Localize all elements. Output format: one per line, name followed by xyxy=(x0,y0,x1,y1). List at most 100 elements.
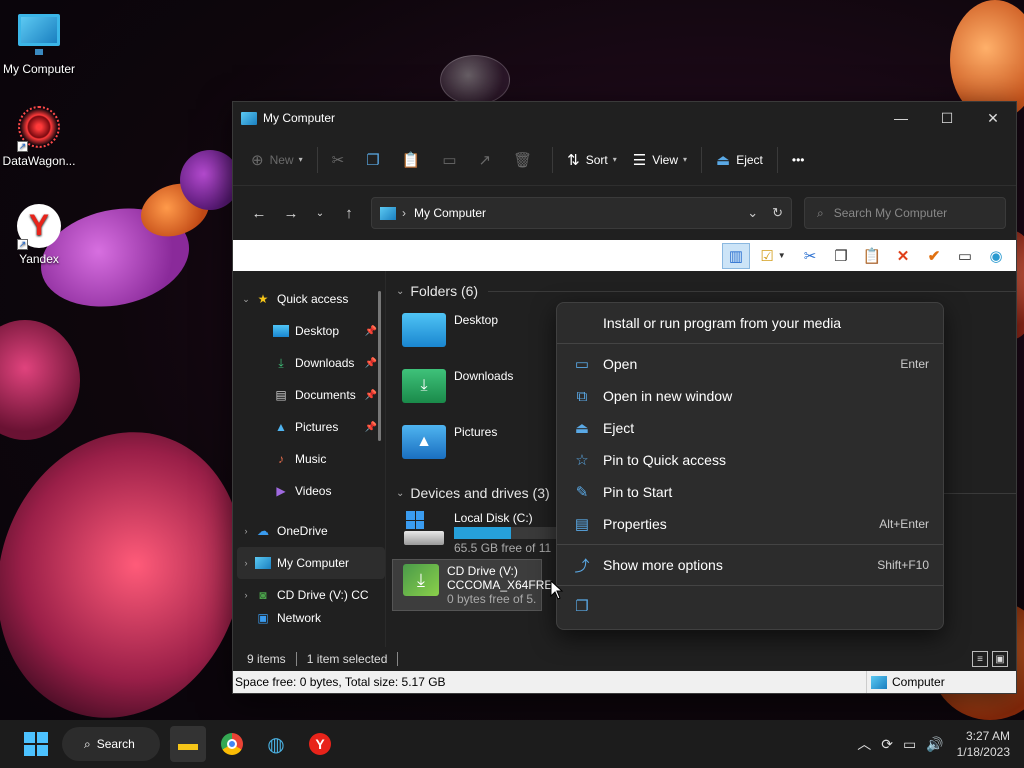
folder-icon: ▬ xyxy=(178,732,198,755)
back-button[interactable]: ← xyxy=(243,197,275,229)
eject-toolbar-button[interactable]: ⏏ Eject xyxy=(708,144,771,176)
view-button[interactable]: ☰ View ▾ xyxy=(625,144,695,176)
nav-item-desktop[interactable]: Desktop 📌 xyxy=(237,315,385,347)
computer-icon xyxy=(255,557,271,569)
window-title: My Computer xyxy=(263,111,336,125)
nav-item-downloads[interactable]: ⤓ Downloads 📌 xyxy=(237,347,385,379)
chevron-right-icon[interactable]: › xyxy=(237,590,255,600)
desktop-icon-yandex[interactable]: Y ↗ Yandex xyxy=(0,204,78,266)
open-icon: ▭ xyxy=(574,356,590,373)
nav-item-onedrive[interactable]: › ☁ OneDrive xyxy=(237,515,385,547)
share-icon: ↗ xyxy=(478,151,492,169)
up-button[interactable]: ↑ xyxy=(333,197,365,229)
chevron-right-icon[interactable]: › xyxy=(237,526,255,536)
menu-item-eject[interactable]: ⏏ Eject xyxy=(561,412,939,444)
address-bar-row: ← → ⌄ ↑ › My Computer ⌄ ↻ ⌕ Search My Co… xyxy=(233,186,1016,240)
copy-legacy-button[interactable]: ❐ xyxy=(827,243,855,269)
start-button[interactable] xyxy=(18,726,54,762)
clock[interactable]: 3:27 AM 1/18/2023 xyxy=(957,728,1010,760)
open-new-window-icon: ⧉ xyxy=(576,387,588,405)
details-view-button[interactable]: ≡ xyxy=(972,651,988,667)
copy-icon: ❐ xyxy=(366,151,380,169)
maximize-button[interactable]: ☐ xyxy=(924,102,970,134)
chevron-down-icon[interactable]: ⌄ xyxy=(237,294,255,305)
nav-item-my-computer[interactable]: › My Computer xyxy=(237,547,385,579)
copy-button[interactable]: ❐ xyxy=(358,144,393,176)
chevron-down-icon: ⌄ xyxy=(396,487,405,499)
nav-item-videos[interactable]: ▶ Videos xyxy=(237,475,385,507)
properties-icon: ▤ xyxy=(574,516,590,533)
menu-item-pin-start[interactable]: ✎ Pin to Start xyxy=(561,476,939,508)
desktop-icon-label: DataWagon... xyxy=(2,154,76,168)
desktop-icon-datawagon[interactable]: ↗ DataWagon... xyxy=(0,106,78,168)
address-field[interactable]: › My Computer ⌄ ↻ xyxy=(371,197,792,229)
taskbar-chrome[interactable] xyxy=(214,726,250,762)
nav-scrollbar[interactable] xyxy=(378,291,381,441)
paste-button[interactable]: 📋 xyxy=(394,144,435,176)
nav-item-music[interactable]: ♪ Music xyxy=(237,443,385,475)
desktop-icon-my-computer[interactable]: My Computer xyxy=(0,10,78,76)
network-monitor-icon[interactable]: ▭ xyxy=(903,736,916,753)
chevron-right-icon: › xyxy=(402,206,406,220)
apply-legacy-button[interactable]: ✔ xyxy=(920,243,948,269)
nav-quick-access[interactable]: ⌄ ★ Quick access xyxy=(237,283,385,315)
share-button[interactable]: ↗ xyxy=(471,144,506,176)
nav-item-pictures[interactable]: ▲ Pictures 📌 xyxy=(237,411,385,443)
volume-icon[interactable]: 🔊 xyxy=(926,736,943,753)
menu-item-open-new-window[interactable]: ⧉ Open in new window xyxy=(561,380,939,412)
sort-button[interactable]: ⇅ Sort ▾ xyxy=(559,144,625,176)
shell-legacy-button[interactable]: ◉ xyxy=(982,243,1010,269)
taskbar-file-explorer[interactable]: ▬ xyxy=(170,726,206,762)
view-icon: ☰ xyxy=(632,151,647,169)
sort-icon: ⇅ xyxy=(567,151,580,169)
refresh-icon[interactable]: ↻ xyxy=(772,205,783,221)
cut-button[interactable]: ✂ xyxy=(324,144,359,176)
menu-item-show-more-options[interactable]: ⤴ Show more options Shift+F10 xyxy=(561,549,939,581)
select-button[interactable]: ☑ ▼ xyxy=(753,243,793,269)
search-input[interactable]: ⌕ Search My Computer xyxy=(804,197,1006,229)
menu-item-install-run[interactable]: Install or run program from your media xyxy=(561,307,939,339)
videos-folder-icon: ▶ xyxy=(276,484,286,498)
menu-item-copy[interactable]: ❐ xyxy=(561,590,939,622)
copy-icon: ❐ xyxy=(575,598,589,615)
tiles-view-button[interactable]: ▣ xyxy=(992,651,1008,667)
menu-item-properties[interactable]: ▤ Properties Alt+Enter xyxy=(561,508,939,540)
nav-item-network[interactable]: ▣ Network xyxy=(237,611,385,625)
taskbar-search-button[interactable]: ⌕ Search xyxy=(62,727,160,761)
rename-button[interactable]: ▭ xyxy=(434,144,470,176)
paste-legacy-button[interactable]: 📋 xyxy=(858,243,886,269)
chevron-up-icon[interactable]: ︿ xyxy=(857,734,871,754)
new-button[interactable]: ⊕ New ▾ xyxy=(243,144,311,176)
drive-tile-cd-drive[interactable]: ⤓ CD Drive (V:) CCCOMA_X64FRE 0 bytes fr… xyxy=(392,559,552,611)
desktop-folder-icon xyxy=(273,325,289,337)
search-icon: ⌕ xyxy=(84,736,91,751)
delete-button[interactable]: 🗑 xyxy=(505,144,546,176)
rename-legacy-button[interactable]: ▭ xyxy=(951,243,979,269)
computer-icon xyxy=(871,675,887,689)
nav-item-cd-drive[interactable]: › ◙ CD Drive (V:) CC xyxy=(237,579,385,611)
chevron-down-icon[interactable]: ⌄ xyxy=(747,205,758,221)
menu-item-open[interactable]: ▭ Open Enter xyxy=(561,348,939,380)
close-button[interactable]: ✕ xyxy=(970,102,1016,134)
status-bar: 9 items 1 item selected ≡ ▣ xyxy=(233,647,1016,671)
minimize-button[interactable]: — xyxy=(878,102,924,134)
location-label: Computer xyxy=(892,675,945,689)
more-options-button[interactable]: ••• xyxy=(784,144,813,176)
desktop-icon-label: My Computer xyxy=(2,62,76,76)
menu-item-pin-quick-access[interactable]: ☆ Pin to Quick access xyxy=(561,444,939,476)
delete-legacy-button[interactable]: ✕ xyxy=(889,243,917,269)
nav-item-documents[interactable]: ▤ Documents 📌 xyxy=(237,379,385,411)
navigation-pane-button[interactable]: ▥ xyxy=(722,242,750,269)
forward-button[interactable]: → xyxy=(275,197,307,229)
sync-icon[interactable]: ⟳ xyxy=(881,736,893,753)
taskbar-globe-app[interactable]: ◍ xyxy=(258,726,294,762)
taskbar-yandex[interactable]: Y xyxy=(302,726,338,762)
mouse-cursor-icon xyxy=(550,580,564,600)
chevron-right-icon[interactable]: › xyxy=(237,558,255,568)
pin-icon: ✎ xyxy=(575,484,589,501)
recent-locations-button[interactable]: ⌄ xyxy=(307,197,333,229)
search-icon: ⌕ xyxy=(817,205,824,220)
cut-legacy-button[interactable]: ✂ xyxy=(796,243,824,269)
folders-group-header[interactable]: ⌄ Folders (6) xyxy=(392,277,1016,305)
title-bar[interactable]: My Computer — ☐ ✕ xyxy=(233,102,1016,134)
